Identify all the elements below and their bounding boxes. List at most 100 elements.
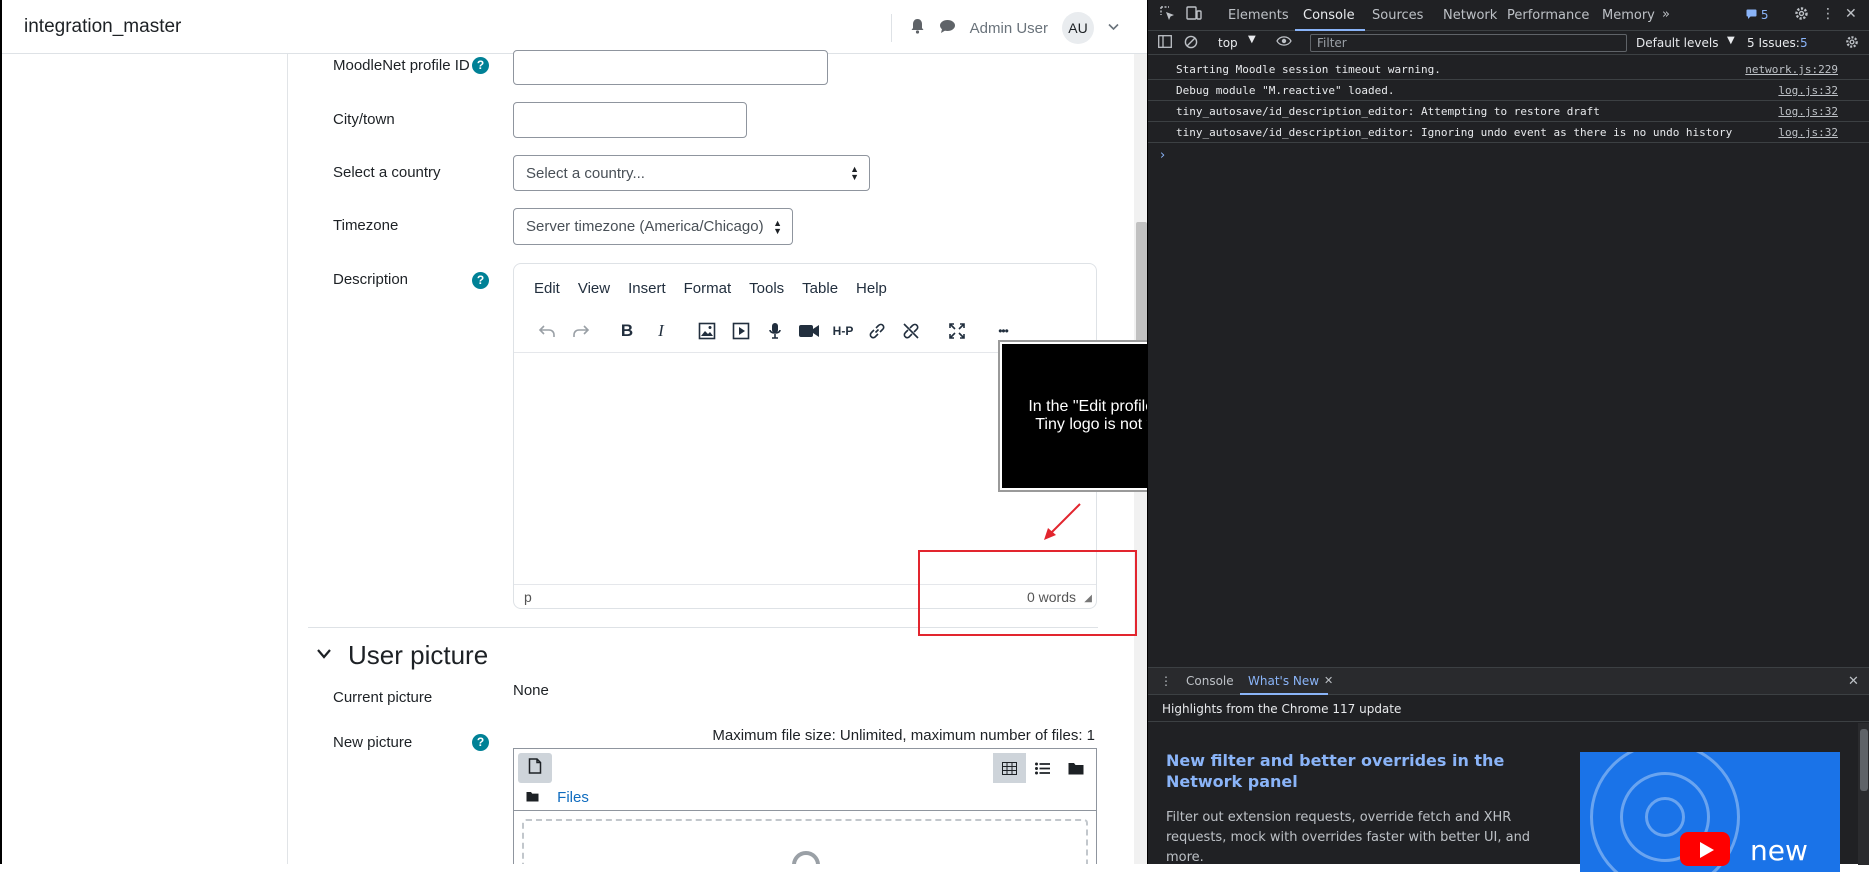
console-settings-gear-icon[interactable] <box>1845 35 1859 53</box>
fullscreen-icon[interactable] <box>940 316 974 346</box>
issues-count[interactable]: 5 <box>1800 36 1808 50</box>
tab-sources[interactable]: Sources <box>1372 8 1423 23</box>
folder-view-icon[interactable] <box>1059 753 1092 783</box>
link-icon[interactable] <box>860 316 894 346</box>
close-devtools-icon[interactable]: ✕ <box>1845 6 1857 22</box>
issues-badge[interactable]: 5 <box>1746 8 1768 22</box>
undo-icon[interactable] <box>530 316 564 346</box>
log-source-link[interactable]: log.js:32 <box>1778 84 1838 97</box>
menu-edit[interactable]: Edit <box>534 280 560 297</box>
more-tabs-icon[interactable]: » <box>1662 7 1670 22</box>
devtools-drawer: ⋮ Console What's New ✕ ✕ Highlights from… <box>1148 667 1869 872</box>
menu-table[interactable]: Table <box>802 280 838 297</box>
upload-icon <box>792 851 820 864</box>
log-levels-dropdown[interactable]: Default levels <box>1636 36 1718 50</box>
menu-format[interactable]: Format <box>684 280 732 297</box>
navbar-separator <box>890 14 892 42</box>
image-icon[interactable] <box>690 316 724 346</box>
inspect-icon[interactable] <box>1160 6 1175 25</box>
log-source-link[interactable]: network.js:229 <box>1745 63 1838 76</box>
status-path[interactable]: p <box>524 589 532 605</box>
timezone-select[interactable]: Server timezone (America/Chicago) ▲ ▼ <box>513 208 793 245</box>
moodlenet-help-icon[interactable]: ? <box>472 57 489 74</box>
youtube-play-icon[interactable] <box>1680 832 1730 866</box>
site-name[interactable]: integration_master <box>24 16 181 38</box>
country-select[interactable]: Select a country... ▲ ▼ <box>513 155 870 191</box>
list-view-icon[interactable] <box>1026 753 1059 783</box>
select-arrows-icon: ▲ ▼ <box>850 164 859 182</box>
navbar-user-area: Admin User AU <box>890 12 1119 44</box>
kebab-menu-icon[interactable]: ⋮ <box>1821 6 1835 22</box>
whats-new-header: Highlights from the Chrome 117 update <box>1148 696 1869 722</box>
new-picture-help-icon[interactable]: ? <box>472 734 489 751</box>
bell-icon[interactable] <box>910 18 925 38</box>
current-picture-value: None <box>513 682 549 699</box>
menu-tools[interactable]: Tools <box>749 280 784 297</box>
drop-zone[interactable] <box>522 819 1088 864</box>
country-select-value: Select a country... <box>526 164 645 182</box>
section-title[interactable]: User picture <box>348 640 488 671</box>
sidebar-toggle-icon[interactable] <box>1158 35 1172 52</box>
context-dropdown-icon[interactable]: ▼ <box>1248 34 1256 45</box>
editor-menubar: Edit View Insert Format Tools Table Help <box>534 280 887 297</box>
drawer-tabbar: ⋮ Console What's New ✕ ✕ <box>1148 668 1869 695</box>
tab-performance[interactable]: Performance <box>1507 8 1589 23</box>
redo-icon[interactable] <box>564 316 598 346</box>
moodlenet-input[interactable] <box>513 50 828 85</box>
chat-icon[interactable] <box>939 19 956 38</box>
settings-gear-icon[interactable] <box>1794 6 1809 25</box>
tab-network[interactable]: Network <box>1443 8 1497 23</box>
log-levels-arrow-icon[interactable]: ▼ <box>1727 35 1735 46</box>
issues-badge-count: 5 <box>1760 8 1769 22</box>
tab-memory[interactable]: Memory <box>1602 8 1655 23</box>
bold-icon[interactable]: B <box>610 316 644 346</box>
unlink-icon[interactable] <box>894 316 928 346</box>
console-log-row: Starting Moodle session timeout warning.… <box>1148 59 1869 80</box>
close-drawer-icon[interactable]: ✕ <box>1848 674 1859 689</box>
issues-label[interactable]: 5 Issues: <box>1747 36 1800 50</box>
video-thumbnail[interactable]: new <box>1580 752 1840 872</box>
drawer-menu-icon[interactable]: ⋮ <box>1160 674 1172 688</box>
menu-view[interactable]: View <box>578 280 610 297</box>
clear-console-icon[interactable] <box>1184 35 1198 53</box>
drawer-active-indicator <box>1240 693 1328 695</box>
tab-elements[interactable]: Elements <box>1228 8 1289 23</box>
description-help-icon[interactable]: ? <box>472 272 489 289</box>
add-file-button[interactable] <box>518 753 552 783</box>
log-source-link[interactable]: log.js:32 <box>1778 105 1838 118</box>
media-icon[interactable] <box>724 316 758 346</box>
italic-icon[interactable]: I <box>644 316 678 346</box>
eye-icon[interactable] <box>1276 35 1292 51</box>
log-source-link[interactable]: log.js:32 <box>1778 126 1838 139</box>
menu-help[interactable]: Help <box>856 280 887 297</box>
context-selector[interactable]: top <box>1218 36 1238 50</box>
device-toggle-icon[interactable] <box>1186 6 1202 25</box>
file-manager: Files <box>513 748 1097 864</box>
article-title[interactable]: New filter and better overrides in the N… <box>1166 750 1556 792</box>
page-scrollbar-thumb[interactable] <box>1136 222 1147 342</box>
user-name[interactable]: Admin User <box>970 20 1048 37</box>
moodle-page: integration_master Admin User AU MoodleN… <box>0 0 1147 864</box>
console-prompt-icon[interactable]: › <box>1160 148 1165 163</box>
microphone-icon[interactable] <box>758 316 792 346</box>
drawer-tab-whats-new[interactable]: What's New <box>1248 674 1319 688</box>
chevron-down-icon[interactable] <box>1108 22 1119 34</box>
grid-view-icon[interactable] <box>993 753 1026 783</box>
drawer-tab-console[interactable]: Console <box>1186 674 1234 688</box>
current-picture-label: Current picture <box>333 689 433 706</box>
collapse-chevron-icon[interactable] <box>316 644 332 665</box>
menu-insert[interactable]: Insert <box>628 280 666 297</box>
video-camera-icon[interactable] <box>792 316 826 346</box>
files-link[interactable]: Files <box>557 789 589 806</box>
tab-console[interactable]: Console <box>1303 8 1355 23</box>
timezone-select-value: Server timezone (America/Chicago) <box>526 218 764 235</box>
close-tab-icon[interactable]: ✕ <box>1324 674 1333 687</box>
h5p-icon[interactable]: H-P <box>826 316 860 346</box>
instruction-text: In the "Edit profile" page, verify the T… <box>1028 398 1147 433</box>
article-body: Filter out extension requests, override … <box>1166 810 1531 865</box>
console-filter-input[interactable]: Filter <box>1310 34 1627 52</box>
city-input[interactable] <box>513 102 747 138</box>
avatar[interactable]: AU <box>1062 12 1094 44</box>
console-toolbar: top ▼ Filter Default levels ▼ 5 Issues: … <box>1148 31 1869 55</box>
drawer-scrollbar[interactable] <box>1858 723 1869 865</box>
